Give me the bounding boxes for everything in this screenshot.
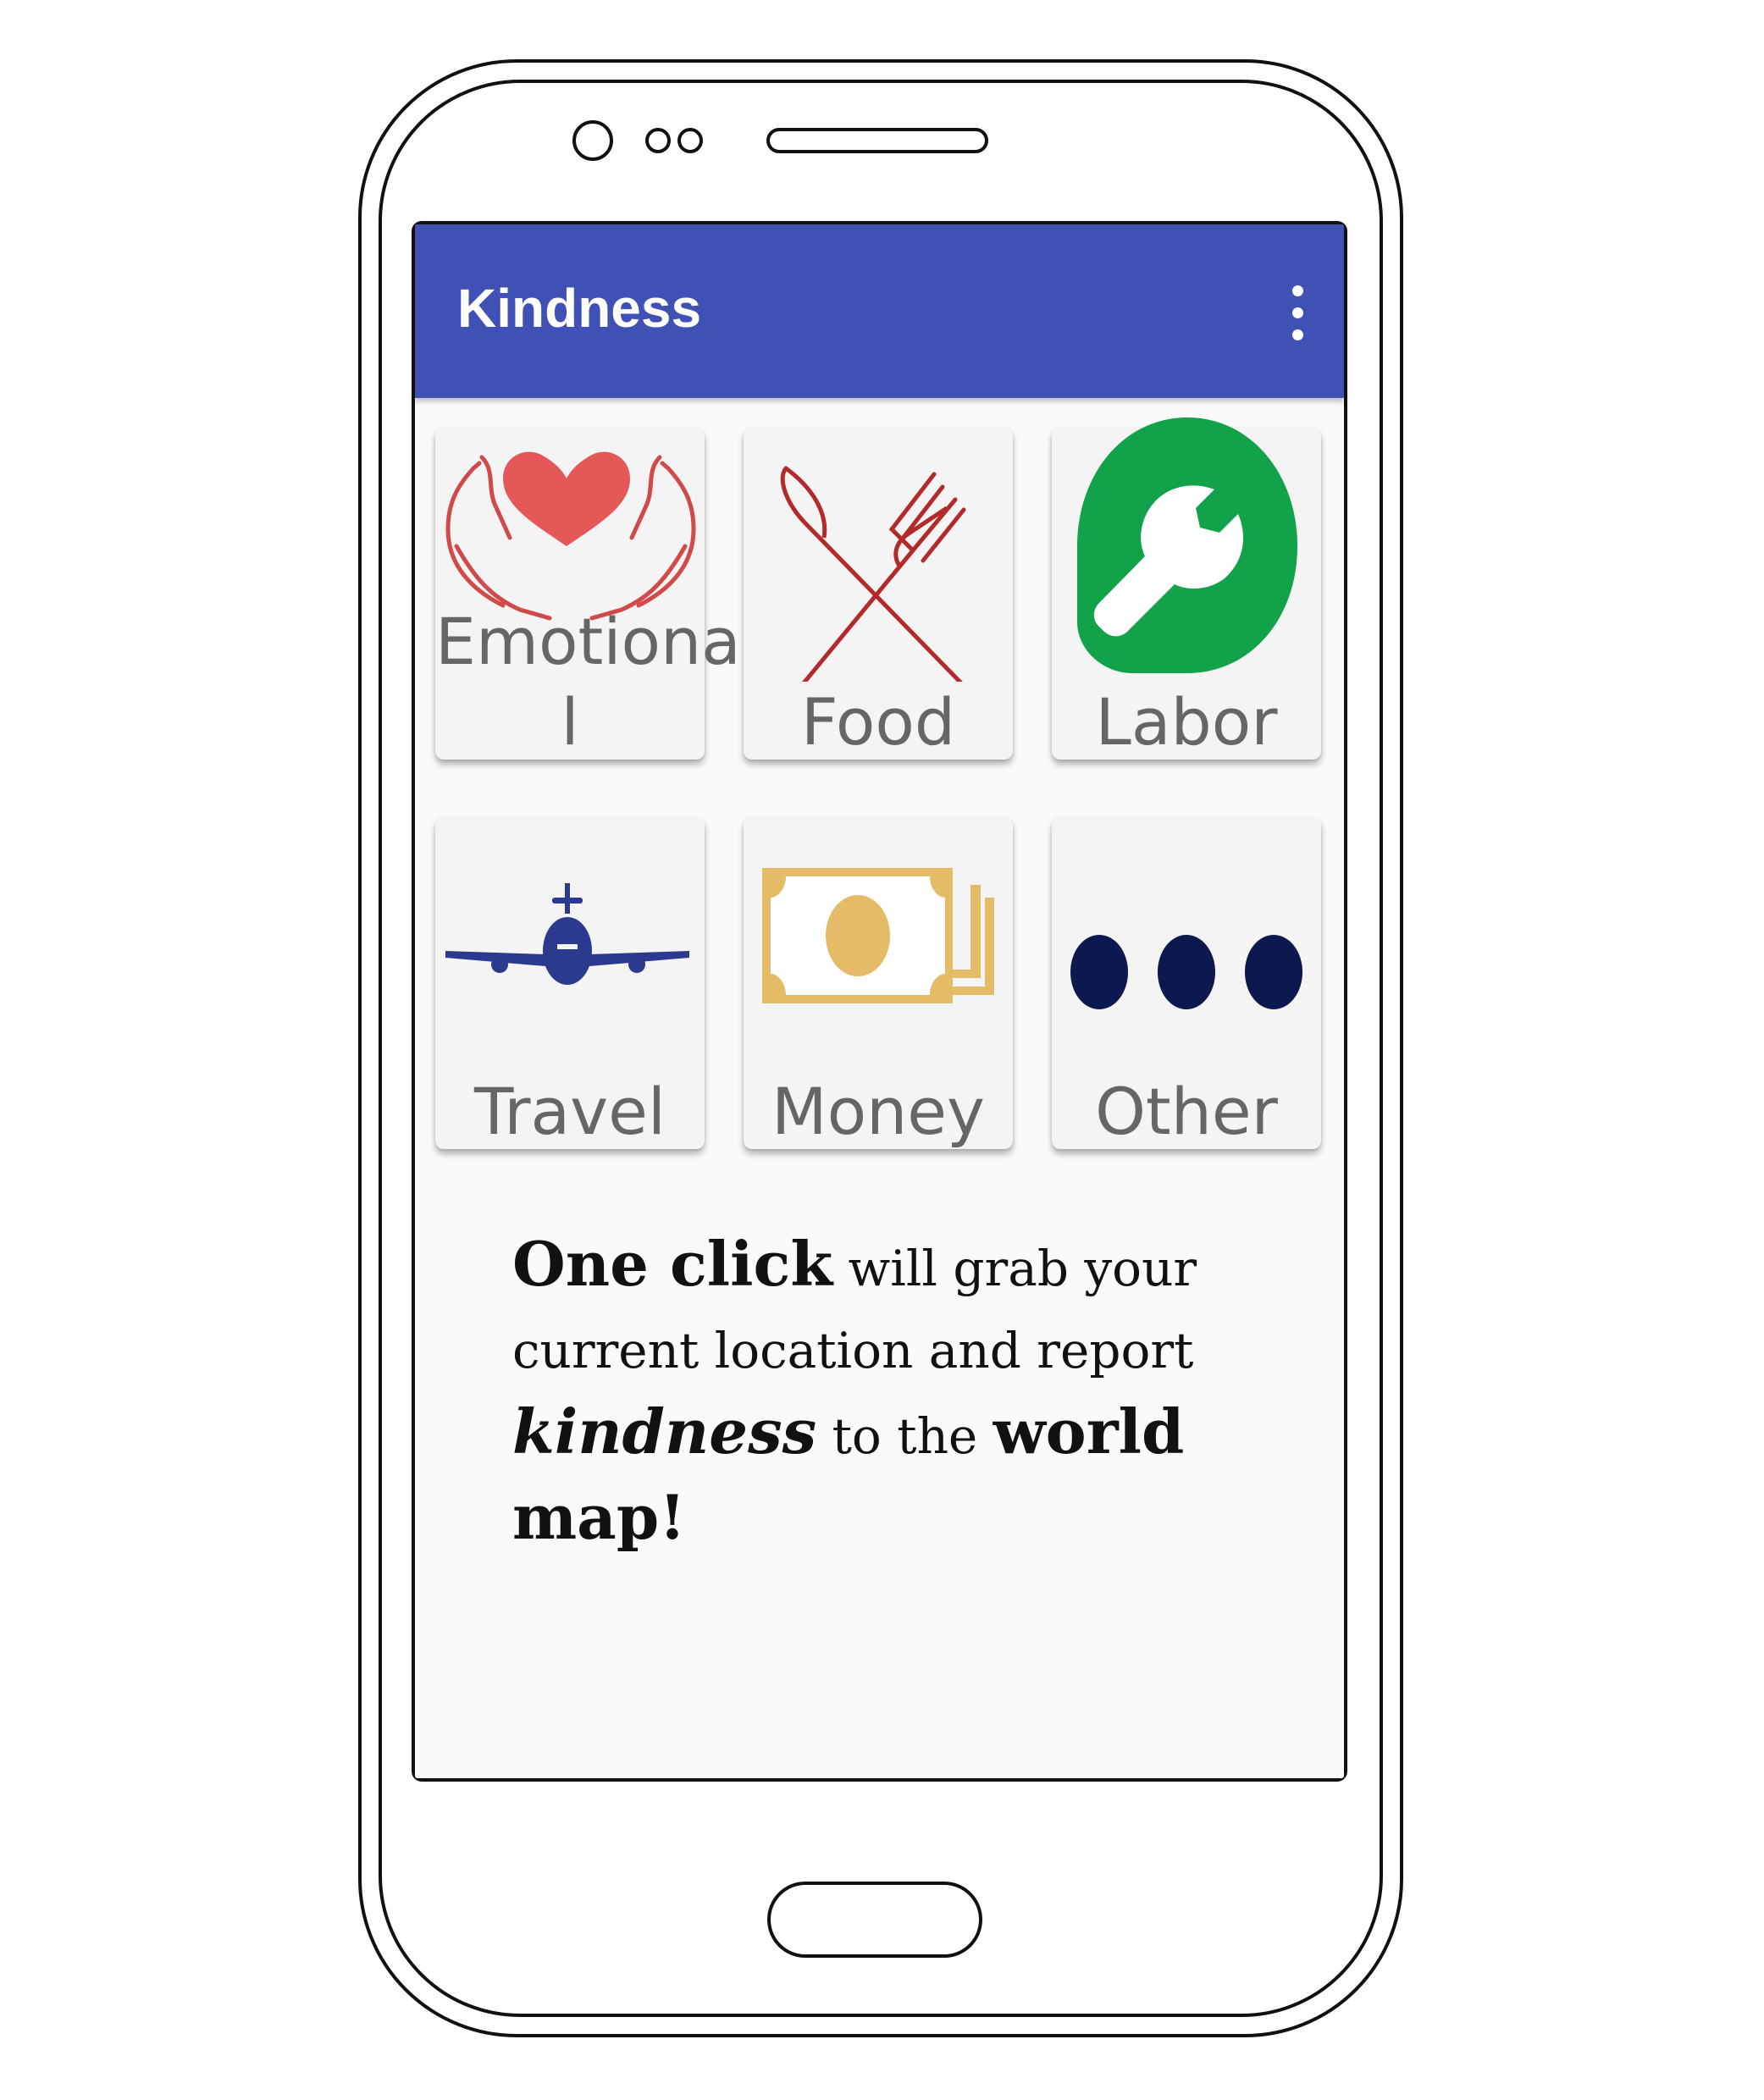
category-label-emotional-line2: l [561, 684, 579, 760]
message-line-2: current location and report [512, 1322, 1194, 1379]
category-label-food: Food [800, 684, 956, 760]
message-emphasis: One click [512, 1228, 833, 1300]
category-emotional[interactable]: Emotiona l [435, 428, 741, 760]
home-button[interactable] [767, 1882, 982, 1958]
money-icon [762, 868, 994, 1003]
category-label-emotional-line1: Emotiona [435, 604, 741, 679]
more-dots-icon [1070, 935, 1302, 1009]
info-message: One click will grab your current locatio… [512, 1224, 1275, 1561]
category-money[interactable]: Money [744, 817, 1013, 1149]
more-vert-icon[interactable] [1285, 284, 1310, 343]
message-line-1: One click will grab your [512, 1228, 1197, 1300]
speaker-grille [766, 128, 988, 153]
message-line-3: kindness to the world map! [512, 1395, 1185, 1553]
app-title: Kindness [457, 278, 702, 339]
wrench-icon [1077, 417, 1297, 673]
category-food[interactable]: Food [744, 428, 1013, 760]
category-other[interactable]: Other [1052, 817, 1321, 1149]
app-bar: Kindness [415, 224, 1344, 398]
fork-knife-icon [780, 466, 966, 682]
category-label-labor: Labor [1095, 684, 1278, 760]
category-label-other: Other [1095, 1074, 1278, 1149]
app-screen: Kindness Emotiona l Food Labor Travel Mo… [415, 224, 1344, 1778]
category-labor[interactable]: Labor [1052, 417, 1321, 760]
front-camera-icon [572, 120, 613, 161]
category-label-money: Money [771, 1074, 985, 1149]
category-travel[interactable]: Travel [435, 817, 705, 1149]
airplane-icon [445, 883, 689, 985]
category-label-travel: Travel [474, 1074, 666, 1149]
